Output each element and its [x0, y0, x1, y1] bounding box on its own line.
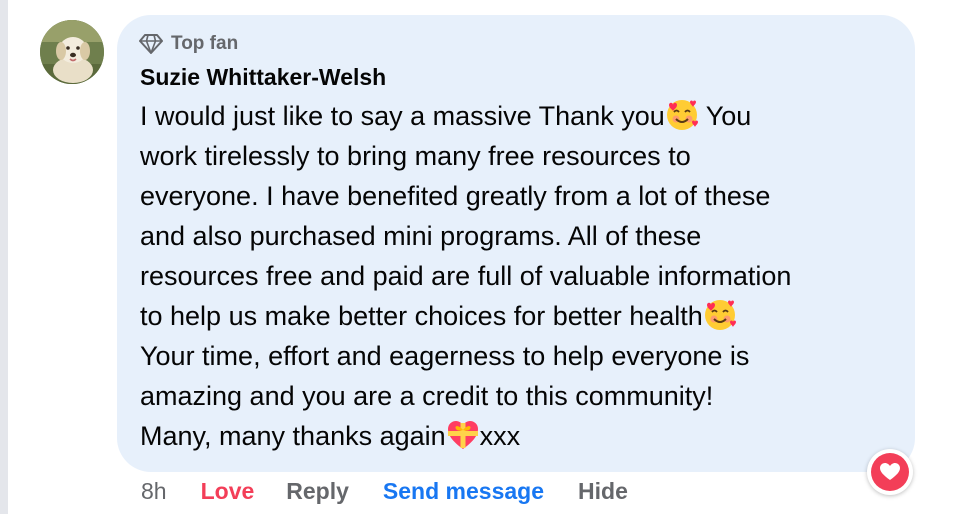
diamond-icon	[139, 33, 163, 55]
comment-actions: 8h Love Reply Send message Hide	[141, 476, 628, 506]
comment-line-text: xxx	[479, 421, 521, 451]
comment-line: Many, many thanks again xxx	[140, 416, 910, 456]
comment-line-text: You	[698, 101, 752, 131]
comment-line: amazing and you are a credit to this com…	[140, 376, 910, 416]
comment-line-text: work tirelessly to bring many free resou…	[140, 141, 691, 171]
comment-line-text: amazing and you are a credit to this com…	[140, 381, 714, 411]
love-reaction-badge[interactable]	[867, 449, 913, 495]
send-message-button[interactable]: Send message	[383, 478, 544, 505]
comment-view: Top fan Suzie Whittaker-Welsh I would ju…	[0, 0, 980, 514]
comment-author[interactable]: Suzie Whittaker-Welsh	[140, 64, 386, 91]
comment-line: resources free and paid are full of valu…	[140, 256, 910, 296]
comment-line-text: resources free and paid are full of valu…	[140, 261, 792, 291]
reply-button[interactable]: Reply	[286, 478, 349, 505]
heart-with-ribbon-icon	[446, 418, 480, 452]
comment-line: everyone. I have benefited greatly from …	[140, 176, 910, 216]
avatar[interactable]	[40, 20, 104, 84]
comment-line-text: Many, many thanks again	[140, 421, 446, 451]
timestamp-link[interactable]: 8h	[141, 478, 167, 505]
comment-line: work tirelessly to bring many free resou…	[140, 136, 910, 176]
love-button[interactable]: Love	[201, 478, 255, 505]
hide-button[interactable]: Hide	[578, 478, 628, 505]
comment-line-text: everyone. I have benefited greatly from …	[140, 181, 771, 211]
smiling-face-with-hearts-icon	[665, 98, 699, 132]
comment-line-text: Your time, effort and eagerness to help …	[140, 341, 750, 371]
left-edge-divider	[0, 0, 8, 514]
smiling-face-with-hearts-icon	[703, 298, 737, 332]
top-fan-badge: Top fan	[139, 31, 238, 57]
comment-line-text: to help us make better choices for bette…	[140, 301, 703, 331]
comment-line-text: I would just like to say a massive Thank…	[140, 101, 665, 131]
badge-label: Top fan	[171, 33, 239, 54]
heart-icon	[871, 453, 909, 491]
comment-line: and also purchased mini programs. All of…	[140, 216, 910, 256]
comment-line-text: and also purchased mini programs. All of…	[140, 221, 702, 251]
comment-line: to help us make better choices for bette…	[140, 296, 910, 336]
comment-text: I would just like to say a massive Thank…	[140, 96, 910, 456]
comment-line: I would just like to say a massive Thank…	[140, 96, 910, 136]
comment-line: Your time, effort and eagerness to help …	[140, 336, 910, 376]
